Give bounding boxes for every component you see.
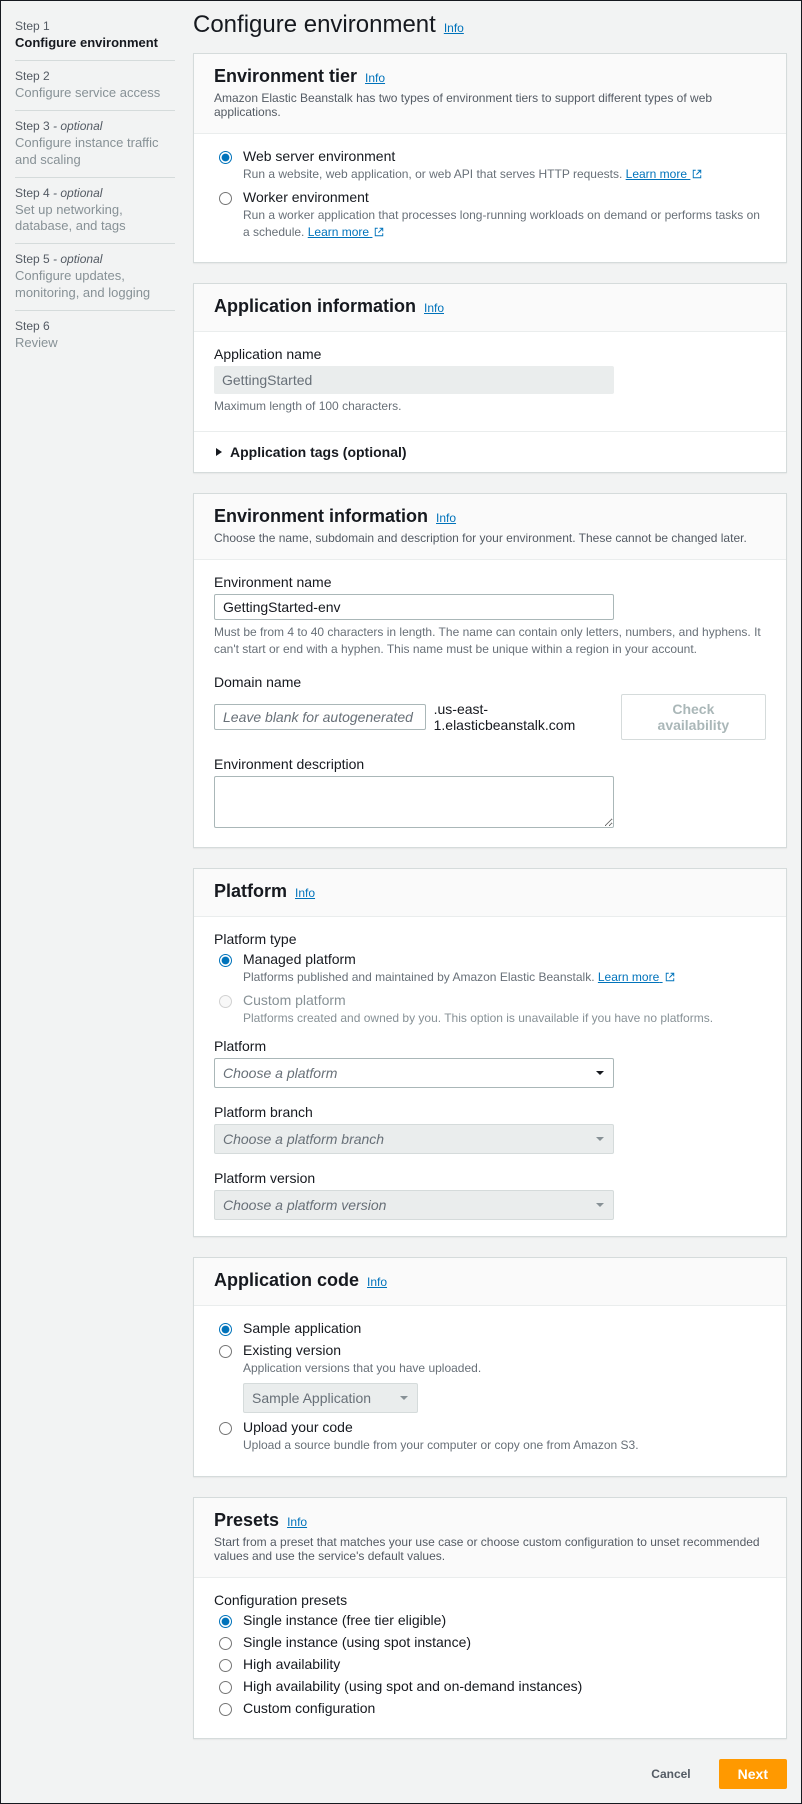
external-link-icon [692,169,702,179]
environment-name-input[interactable] [214,594,614,620]
env-name-label: Environment name [214,574,766,590]
custom-platform-radio [219,995,232,1008]
expand-triangle-icon [214,444,224,460]
web-server-label: Web server environment [243,148,702,164]
external-link-icon [374,227,384,237]
environment-info-card: Environment information Info Choose the … [193,493,787,848]
check-availability-button[interactable]: Check availability [621,694,766,740]
platform-branch-label: Platform branch [214,1104,766,1120]
platform-info-link[interactable]: Info [295,886,315,900]
domain-name-input[interactable] [214,704,426,730]
existing-version-label: Existing version [243,1342,481,1358]
section-heading: Environment information [214,506,428,527]
application-info-card: Application information Info Application… [193,283,787,473]
sidebar-step-1[interactable]: Step 1 Configure environment [15,11,175,61]
preset-radio-2[interactable] [219,1659,232,1672]
env-info-info-link[interactable]: Info [436,511,456,525]
platform-version-label: Platform version [214,1170,766,1186]
web-server-radio[interactable] [219,151,232,164]
app-code-info-link[interactable]: Info [367,1275,387,1289]
app-info-info-link[interactable]: Info [424,301,444,315]
chevron-down-icon [595,1131,605,1147]
env-description-label: Environment description [214,756,766,772]
domain-suffix: .us-east-1.elasticbeanstalk.com [434,701,613,733]
cancel-button[interactable]: Cancel [633,1759,708,1789]
presets-card: Presets Info Start from a preset that ma… [193,1497,787,1739]
platform-type-label: Platform type [214,931,766,947]
sidebar-step-3[interactable]: Step 3 - optional Configure instance tra… [15,111,175,178]
preset-radio-3[interactable] [219,1681,232,1694]
footer-buttons: Cancel Next [193,1759,787,1789]
page-info-link[interactable]: Info [444,21,464,35]
worker-label: Worker environment [243,189,766,205]
presets-info-link[interactable]: Info [287,1515,307,1529]
platform-version-select: Choose a platform version [214,1190,614,1220]
section-heading: Platform [214,881,287,902]
section-heading: Application information [214,296,416,317]
sidebar-step-6[interactable]: Step 6 Review [15,311,175,360]
platform-branch-select: Choose a platform branch [214,1124,614,1154]
platform-select-label: Platform [214,1038,766,1054]
sidebar-step-4[interactable]: Step 4 - optional Set up networking, dat… [15,178,175,245]
preset-radio-4[interactable] [219,1703,232,1716]
wizard-sidebar: Step 1 Configure environment Step 2 Conf… [15,11,175,1789]
section-description: Amazon Elastic Beanstalk has two types o… [214,91,766,119]
application-tags-expander[interactable]: Application tags (optional) [194,431,786,472]
sidebar-step-2[interactable]: Step 2 Configure service access [15,61,175,111]
existing-version-select: Sample Application [243,1383,418,1413]
presets-label: Configuration presets [214,1592,766,1608]
chevron-down-icon [595,1197,605,1213]
upload-code-label: Upload your code [243,1419,639,1435]
managed-learn-more-link[interactable]: Learn more [598,970,675,984]
application-code-card: Application code Info Sample application… [193,1257,787,1477]
worker-learn-more-link[interactable]: Learn more [308,225,385,239]
sample-application-label: Sample application [243,1320,361,1336]
chevron-down-icon [399,1390,409,1406]
platform-select[interactable]: Choose a platform [214,1058,614,1088]
domain-name-label: Domain name [214,674,766,690]
section-heading: Environment tier [214,66,357,87]
upload-code-radio[interactable] [219,1422,232,1435]
sample-application-radio[interactable] [219,1323,232,1336]
section-heading: Application code [214,1270,359,1291]
existing-version-radio[interactable] [219,1345,232,1358]
chevron-down-icon [595,1065,605,1081]
preset-radio-0[interactable] [219,1615,232,1628]
page-title: Configure environment Info [193,11,787,39]
external-link-icon [665,972,675,982]
managed-platform-radio[interactable] [219,954,232,967]
next-button[interactable]: Next [719,1759,787,1789]
platform-card: Platform Info Platform type Managed plat… [193,868,787,1238]
application-name-field: GettingStarted [214,366,614,394]
env-tier-info-link[interactable]: Info [365,71,385,85]
worker-radio[interactable] [219,192,232,205]
managed-platform-label: Managed platform [243,951,675,967]
application-name-label: Application name [214,346,766,362]
preset-radio-1[interactable] [219,1637,232,1650]
custom-platform-label: Custom platform [243,992,713,1008]
sidebar-step-5[interactable]: Step 5 - optional Configure updates, mon… [15,244,175,311]
section-description: Choose the name, subdomain and descripti… [214,531,766,545]
web-learn-more-link[interactable]: Learn more [626,167,703,181]
environment-description-input[interactable] [214,776,614,828]
section-heading: Presets [214,1510,279,1531]
environment-tier-card: Environment tier Info Amazon Elastic Bea… [193,53,787,263]
section-description: Start from a preset that matches your us… [214,1535,766,1563]
